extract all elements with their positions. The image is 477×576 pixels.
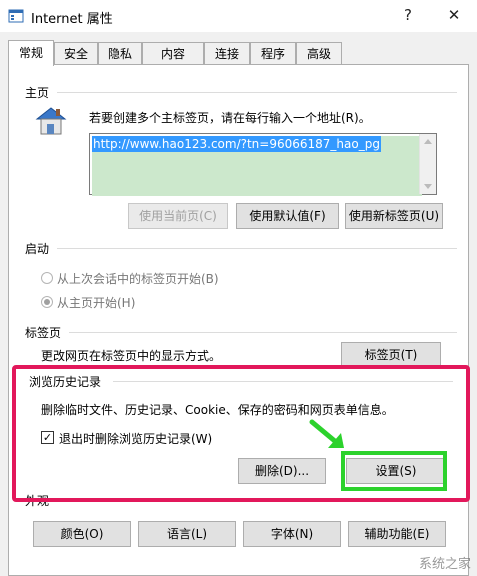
tab-security[interactable]: 安全 [54,42,98,64]
tab-privacy[interactable]: 隐私 [98,42,142,64]
radio-last-session-label: 从上次会话中的标签页开始(B) [57,272,219,286]
tab-content[interactable]: 内容 [142,42,204,64]
radio-home-label: 从主页开始(H) [57,296,136,310]
tab-programs[interactable]: 程序 [250,42,296,64]
startup-separator [57,248,457,249]
tab-general[interactable]: 常规 [8,40,54,66]
tab-advanced[interactable]: 高级 [296,42,342,64]
radio-last-session[interactable] [41,272,53,284]
scroll-up-icon [424,139,432,144]
house-icon [35,107,67,135]
close-button[interactable]: ✕ [440,4,468,26]
internet-options-icon [8,9,24,23]
colors-button[interactable]: 颜色(O) [33,521,131,547]
tabs-separator [69,332,457,333]
tabs-section-label: 标签页 [25,326,62,340]
watermark-text: 系统之家 [418,557,471,572]
home-url-value: http://www.hao123.com/?tn=96066187_hao_p… [92,136,381,152]
use-default-button[interactable]: 使用默认值(F) [236,203,339,229]
home-separator [57,92,457,93]
textarea-scrollbar[interactable] [419,134,436,194]
tabs-description: 更改网页在标签页中的显示方式。 [41,349,222,363]
tab-connections[interactable]: 连接 [204,42,250,64]
use-new-tab-button[interactable]: 使用新标签页(U) [345,203,443,229]
help-button[interactable]: ? [394,4,422,26]
home-section-label: 主页 [25,86,50,100]
title-bar: Internet 属性 ? ✕ [0,0,477,32]
pointer-arrow-icon [309,419,344,448]
startup-section-label: 启动 [25,242,50,256]
scroll-down-icon [424,184,432,189]
home-url-textarea[interactable]: http://www.hao123.com/?tn=96066187_hao_p… [89,133,437,196]
accessibility-button[interactable]: 辅助功能(E) [348,521,446,547]
languages-button[interactable]: 语言(L) [138,521,236,547]
window-title: Internet 属性 [31,12,113,27]
fonts-button[interactable]: 字体(N) [243,521,341,547]
use-current-page-button[interactable]: 使用当前页(C) [128,203,228,229]
settings-highlight-box [341,451,447,491]
home-instruction: 若要创建多个主标签页，请在每行输入一个地址(R)。 [89,111,371,125]
radio-home[interactable] [41,296,53,308]
